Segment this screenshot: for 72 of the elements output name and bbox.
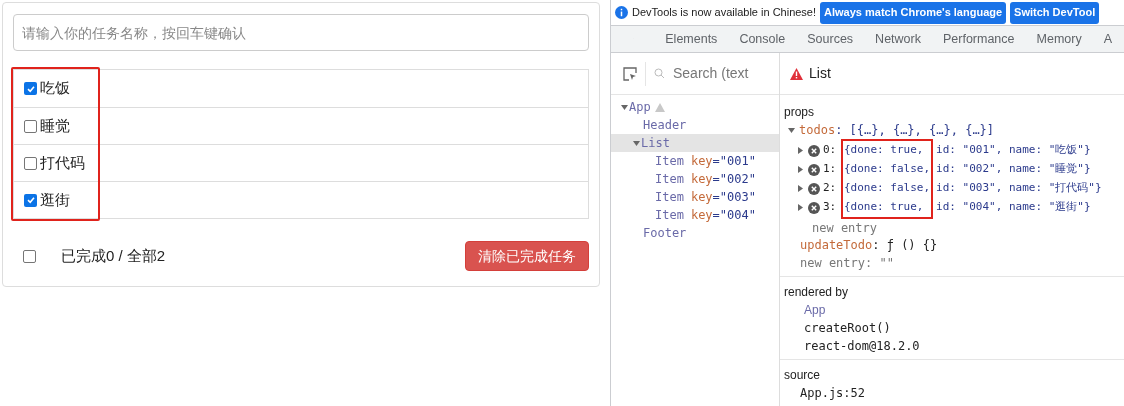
todo-label: 吃饭 xyxy=(40,78,70,99)
devtools-tab[interactable]: Elements xyxy=(661,25,722,53)
item-index: 3: xyxy=(823,199,838,216)
new-entry-label: new entry: "" xyxy=(799,255,895,272)
remove-icon[interactable] xyxy=(808,201,820,214)
caret-icon[interactable] xyxy=(798,185,803,192)
remove-icon[interactable] xyxy=(808,163,820,176)
devtools-tab[interactable]: Performance xyxy=(938,25,1019,53)
item-value-start: {done: true, xyxy=(844,199,924,216)
todo-checkbox[interactable] xyxy=(24,82,37,95)
devtools-tab[interactable]: Memory xyxy=(1032,25,1086,53)
todo-label: 逛街 xyxy=(40,189,70,210)
prop-name: todos xyxy=(799,122,836,139)
prop-name: updateTodo xyxy=(800,237,873,254)
section-heading: props xyxy=(784,104,816,121)
todo-checkbox[interactable] xyxy=(24,193,37,207)
caret-icon[interactable] xyxy=(798,166,803,173)
banner-button[interactable]: Switch DevTool xyxy=(1010,1,1100,24)
clear-done-button[interactable]: 清除已完成任务 xyxy=(465,241,589,271)
info-icon xyxy=(615,6,628,19)
remove-icon[interactable] xyxy=(808,182,820,195)
renderer-text: createRoot() xyxy=(803,320,892,337)
warning-icon xyxy=(790,67,803,80)
todo-checkbox[interactable] xyxy=(24,119,37,133)
component-tree-item[interactable]: Item key="003" xyxy=(611,188,779,206)
inspect-icon[interactable] xyxy=(623,66,637,81)
devtools-tab[interactable]: Console xyxy=(735,25,790,53)
new-entry-label: new entry xyxy=(811,220,879,236)
caret-icon[interactable] xyxy=(788,127,795,133)
todo-label: 打代码 xyxy=(40,152,85,173)
item-value-rest: id: "001", name: "吃饭"} xyxy=(936,142,1091,159)
item-value-rest: id: "002", name: "睡觉"} xyxy=(936,161,1091,178)
item-value-rest: id: "004", name: "逛街"} xyxy=(936,199,1091,216)
banner-message: DevTools is now available in Chinese! xyxy=(632,5,817,21)
progress-summary: 已完成0 / 全部2 xyxy=(61,245,166,266)
todo-label: 睡觉 xyxy=(40,115,70,136)
component-tree-item[interactable]: Item key="004" xyxy=(611,206,779,224)
search-icon xyxy=(654,68,665,79)
devtools-tab[interactable]: Network xyxy=(871,25,925,53)
component-tree-item[interactable]: Footer xyxy=(611,224,779,242)
task-input-field[interactable]: 请输入你的任务名称，按回车键确认 xyxy=(13,14,589,51)
prop-value: : ƒ () {} xyxy=(872,237,938,254)
prop-value: : [{…}, {…}, {…}, {…}] xyxy=(835,122,995,139)
section-heading: source xyxy=(784,367,822,384)
component-tree-item[interactable]: Header xyxy=(611,116,779,134)
item-index: 2: xyxy=(823,180,838,197)
devtools-tab[interactable]: A xyxy=(1099,25,1116,53)
component-tree-item[interactable]: App xyxy=(611,98,779,116)
search-field[interactable]: Search (text xyxy=(645,61,763,86)
caret-icon[interactable] xyxy=(619,104,629,110)
item-index: 0: xyxy=(823,142,838,159)
caret-icon[interactable] xyxy=(798,147,803,154)
select-all-checkbox[interactable] xyxy=(23,249,36,263)
item-index: 1: xyxy=(823,161,838,178)
item-value-start: {done: false, xyxy=(844,161,931,178)
caret-icon[interactable] xyxy=(798,204,803,211)
devtools-tab[interactable]: Sources xyxy=(803,25,858,53)
section-heading: rendered by xyxy=(784,284,850,301)
source-file[interactable]: App.js:52 xyxy=(784,384,1120,402)
owner-link[interactable]: App xyxy=(784,301,1120,319)
component-tree-item[interactable]: Item key="002" xyxy=(611,170,779,188)
component-tree-item[interactable]: List xyxy=(611,134,779,152)
banner-button[interactable]: Always match Chrome's language xyxy=(820,1,1007,24)
item-value-start: {done: true, xyxy=(844,142,924,159)
item-value-rest: id: "003", name: "打代码"} xyxy=(936,180,1102,197)
renderer-text: react-dom@18.2.0 xyxy=(803,338,921,355)
todo-checkbox[interactable] xyxy=(24,156,37,170)
remove-icon[interactable] xyxy=(808,144,820,157)
item-value-start: {done: false, xyxy=(844,180,931,197)
component-tree-item[interactable]: Item key="001" xyxy=(611,152,779,170)
caret-icon[interactable] xyxy=(631,140,641,146)
component-title: List xyxy=(809,64,831,83)
